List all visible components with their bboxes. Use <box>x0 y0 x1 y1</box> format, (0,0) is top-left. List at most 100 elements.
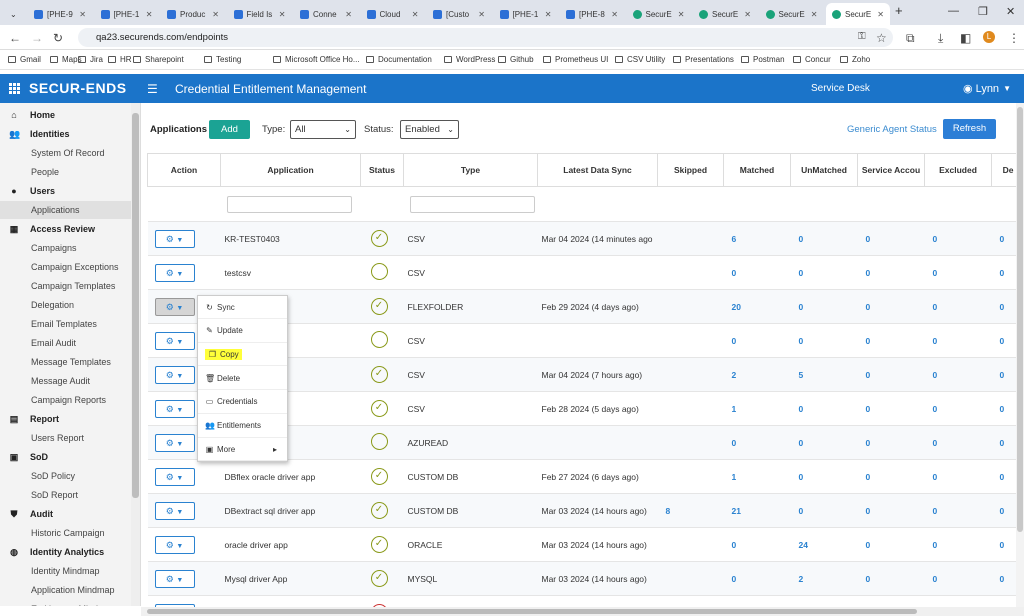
browser-tab[interactable]: Produc ✕ <box>161 3 225 25</box>
bookmark-item[interactable]: Gmail <box>8 55 41 64</box>
close-icon[interactable]: ✕ <box>545 10 552 19</box>
browser-tab[interactable]: [PHE-9 ✕ <box>28 3 92 25</box>
bookmark-item[interactable]: Github <box>498 55 534 64</box>
star-icon[interactable]: ☆ <box>876 31 887 45</box>
menu-item-delete[interactable]: 🗑 Delete <box>198 367 287 391</box>
key-icon[interactable]: ⚿ <box>858 31 866 42</box>
service-count-link[interactable]: 0 <box>857 221 925 256</box>
generic-agent-status-link[interactable]: Generic Agent Status <box>847 124 937 135</box>
excluded-count-link[interactable]: 0 <box>924 561 992 596</box>
service-count-link[interactable]: 0 <box>857 493 925 528</box>
excluded-count-link[interactable]: 0 <box>924 459 992 494</box>
browser-tab[interactable]: [PHE-8 ✕ <box>560 3 624 25</box>
bookmark-item[interactable]: Zoho <box>840 55 870 64</box>
bookmark-item[interactable]: WordPress <box>444 55 495 64</box>
new-tab-icon[interactable]: + <box>895 3 903 18</box>
bookmark-item[interactable]: Jira <box>78 55 103 64</box>
unmatched-count-link[interactable]: 0 <box>790 289 858 324</box>
skipped-count-link[interactable] <box>657 221 724 256</box>
browser-tab[interactable]: SecurE ✕ <box>693 3 757 25</box>
sidebar-item-access-review[interactable]: ▦ Access Review <box>0 220 131 238</box>
sidebar-item-historic-campaign[interactable]: Historic Campaign <box>0 524 131 542</box>
excluded-count-link[interactable]: 0 <box>924 425 992 460</box>
hamburger-icon[interactable]: ☰ <box>147 82 158 96</box>
bookmark-item[interactable]: Sharepoint <box>133 55 184 64</box>
matched-count-link[interactable]: 1 <box>723 459 791 494</box>
service-count-link[interactable]: 0 <box>857 357 925 392</box>
close-icon[interactable]: ✕ <box>611 10 618 19</box>
bookmark-item[interactable]: Presentations <box>673 55 734 64</box>
service-desk-link[interactable]: Service Desk <box>811 83 870 94</box>
column-header[interactable]: UnMatched <box>790 153 858 187</box>
unmatched-count-link[interactable]: 0 <box>790 221 858 256</box>
skipped-count-link[interactable] <box>657 459 724 494</box>
menu-item-copy[interactable]: ❐ Copy <box>198 343 287 367</box>
close-icon[interactable]: ✕ <box>877 10 884 19</box>
status-select[interactable]: Enabled ⌄ <box>400 120 459 139</box>
window-close-icon[interactable]: ✕ <box>1006 5 1015 18</box>
user-menu[interactable]: ◉ Lynn ▼ <box>963 82 1011 96</box>
minimize-icon[interactable]: — <box>948 5 959 17</box>
action-gear-button[interactable]: ⚙ ▼ <box>154 229 195 248</box>
column-header[interactable]: Skipped <box>657 153 724 187</box>
browser-tab[interactable]: [PHE-1 ✕ <box>494 3 558 25</box>
action-gear-button[interactable]: ⚙ ▼ <box>154 331 195 350</box>
service-count-link[interactable]: 0 <box>857 425 925 460</box>
column-header[interactable]: Matched <box>723 153 791 187</box>
unmatched-count-link[interactable]: 0 <box>790 459 858 494</box>
application-name[interactable]: oracle driver app <box>220 527 361 562</box>
action-gear-button[interactable]: ⚙ ▼ <box>154 535 195 554</box>
bookmark-item[interactable]: Postman <box>741 55 785 64</box>
sidebar-item-report[interactable]: ▤ Report <box>0 410 131 428</box>
table-horizontal-scroll-thumb[interactable] <box>147 609 917 614</box>
column-header[interactable]: Status <box>360 153 404 187</box>
menu-item-sync[interactable]: ↻ Sync <box>198 296 287 319</box>
excluded-count-link[interactable]: 0 <box>924 527 992 562</box>
app-grid-icon[interactable] <box>9 83 20 94</box>
action-gear-button[interactable]: ⚙ ▼ <box>154 365 195 384</box>
matched-count-link[interactable]: 0 <box>723 323 791 358</box>
bookmark-item[interactable]: Maps <box>50 55 82 64</box>
matched-count-link[interactable]: 21 <box>723 493 791 528</box>
sidebar-item-campaign-reports[interactable]: Campaign Reports <box>0 391 131 409</box>
bookmark-item[interactable]: HR <box>108 55 132 64</box>
menu-item-update[interactable]: ✎ Update <box>198 320 287 343</box>
matched-count-link[interactable]: 0 <box>723 561 791 596</box>
browser-tab[interactable]: [Custo ✕ <box>427 3 491 25</box>
skipped-count-link[interactable] <box>657 357 724 392</box>
column-header[interactable]: Type <box>403 153 538 187</box>
browser-menu-icon[interactable]: ⋮ <box>1008 31 1020 45</box>
close-icon[interactable]: ✕ <box>744 10 751 19</box>
application-filter-input[interactable] <box>226 195 352 213</box>
sidebar-item-sod-policy[interactable]: SoD Policy <box>0 467 131 485</box>
unmatched-count-link[interactable]: 2 <box>790 561 858 596</box>
forward-icon[interactable]: → <box>31 31 43 45</box>
sidebar-item-campaigns[interactable]: Campaigns <box>0 239 131 257</box>
service-count-link[interactable]: 0 <box>857 289 925 324</box>
service-count-link[interactable]: 0 <box>857 561 925 596</box>
matched-count-link[interactable]: 0 <box>723 527 791 562</box>
bookmark-item[interactable]: Prometheus UI <box>543 55 608 64</box>
action-gear-button[interactable]: ⚙ ▼ <box>154 569 195 588</box>
bookmark-item[interactable]: Documentation <box>366 55 432 64</box>
skipped-count-link[interactable] <box>657 391 724 426</box>
restore-icon[interactable]: ❐ <box>978 5 988 18</box>
skipped-count-link[interactable] <box>657 561 724 596</box>
menu-item-more[interactable]: ▣ More ▸ <box>198 438 287 462</box>
unmatched-count-link[interactable]: 0 <box>790 255 858 290</box>
sidebar-item-applications[interactable]: Applications <box>0 201 131 219</box>
unmatched-count-link[interactable]: 0 <box>790 323 858 358</box>
browser-tab[interactable]: SecurE ✕ <box>760 3 824 25</box>
sidebar-item-campaign-exceptions[interactable]: Campaign Exceptions <box>0 258 131 276</box>
sidebar-item-message-audit[interactable]: Message Audit <box>0 372 131 390</box>
column-header[interactable]: Latest Data Sync <box>537 153 658 187</box>
matched-count-link[interactable]: 2 <box>723 357 791 392</box>
unmatched-count-link[interactable]: 0 <box>790 425 858 460</box>
bookmark-item[interactable]: CSV Utility <box>615 55 665 64</box>
skipped-count-link[interactable] <box>657 425 724 460</box>
menu-item-credentials[interactable]: ▭ Credentials <box>198 391 287 414</box>
type-filter-input[interactable] <box>409 195 535 213</box>
action-gear-button[interactable]: ⚙ ▼ <box>154 399 195 418</box>
unmatched-count-link[interactable]: 0 <box>790 391 858 426</box>
sidebar-item-delegation[interactable]: Delegation <box>0 296 131 314</box>
